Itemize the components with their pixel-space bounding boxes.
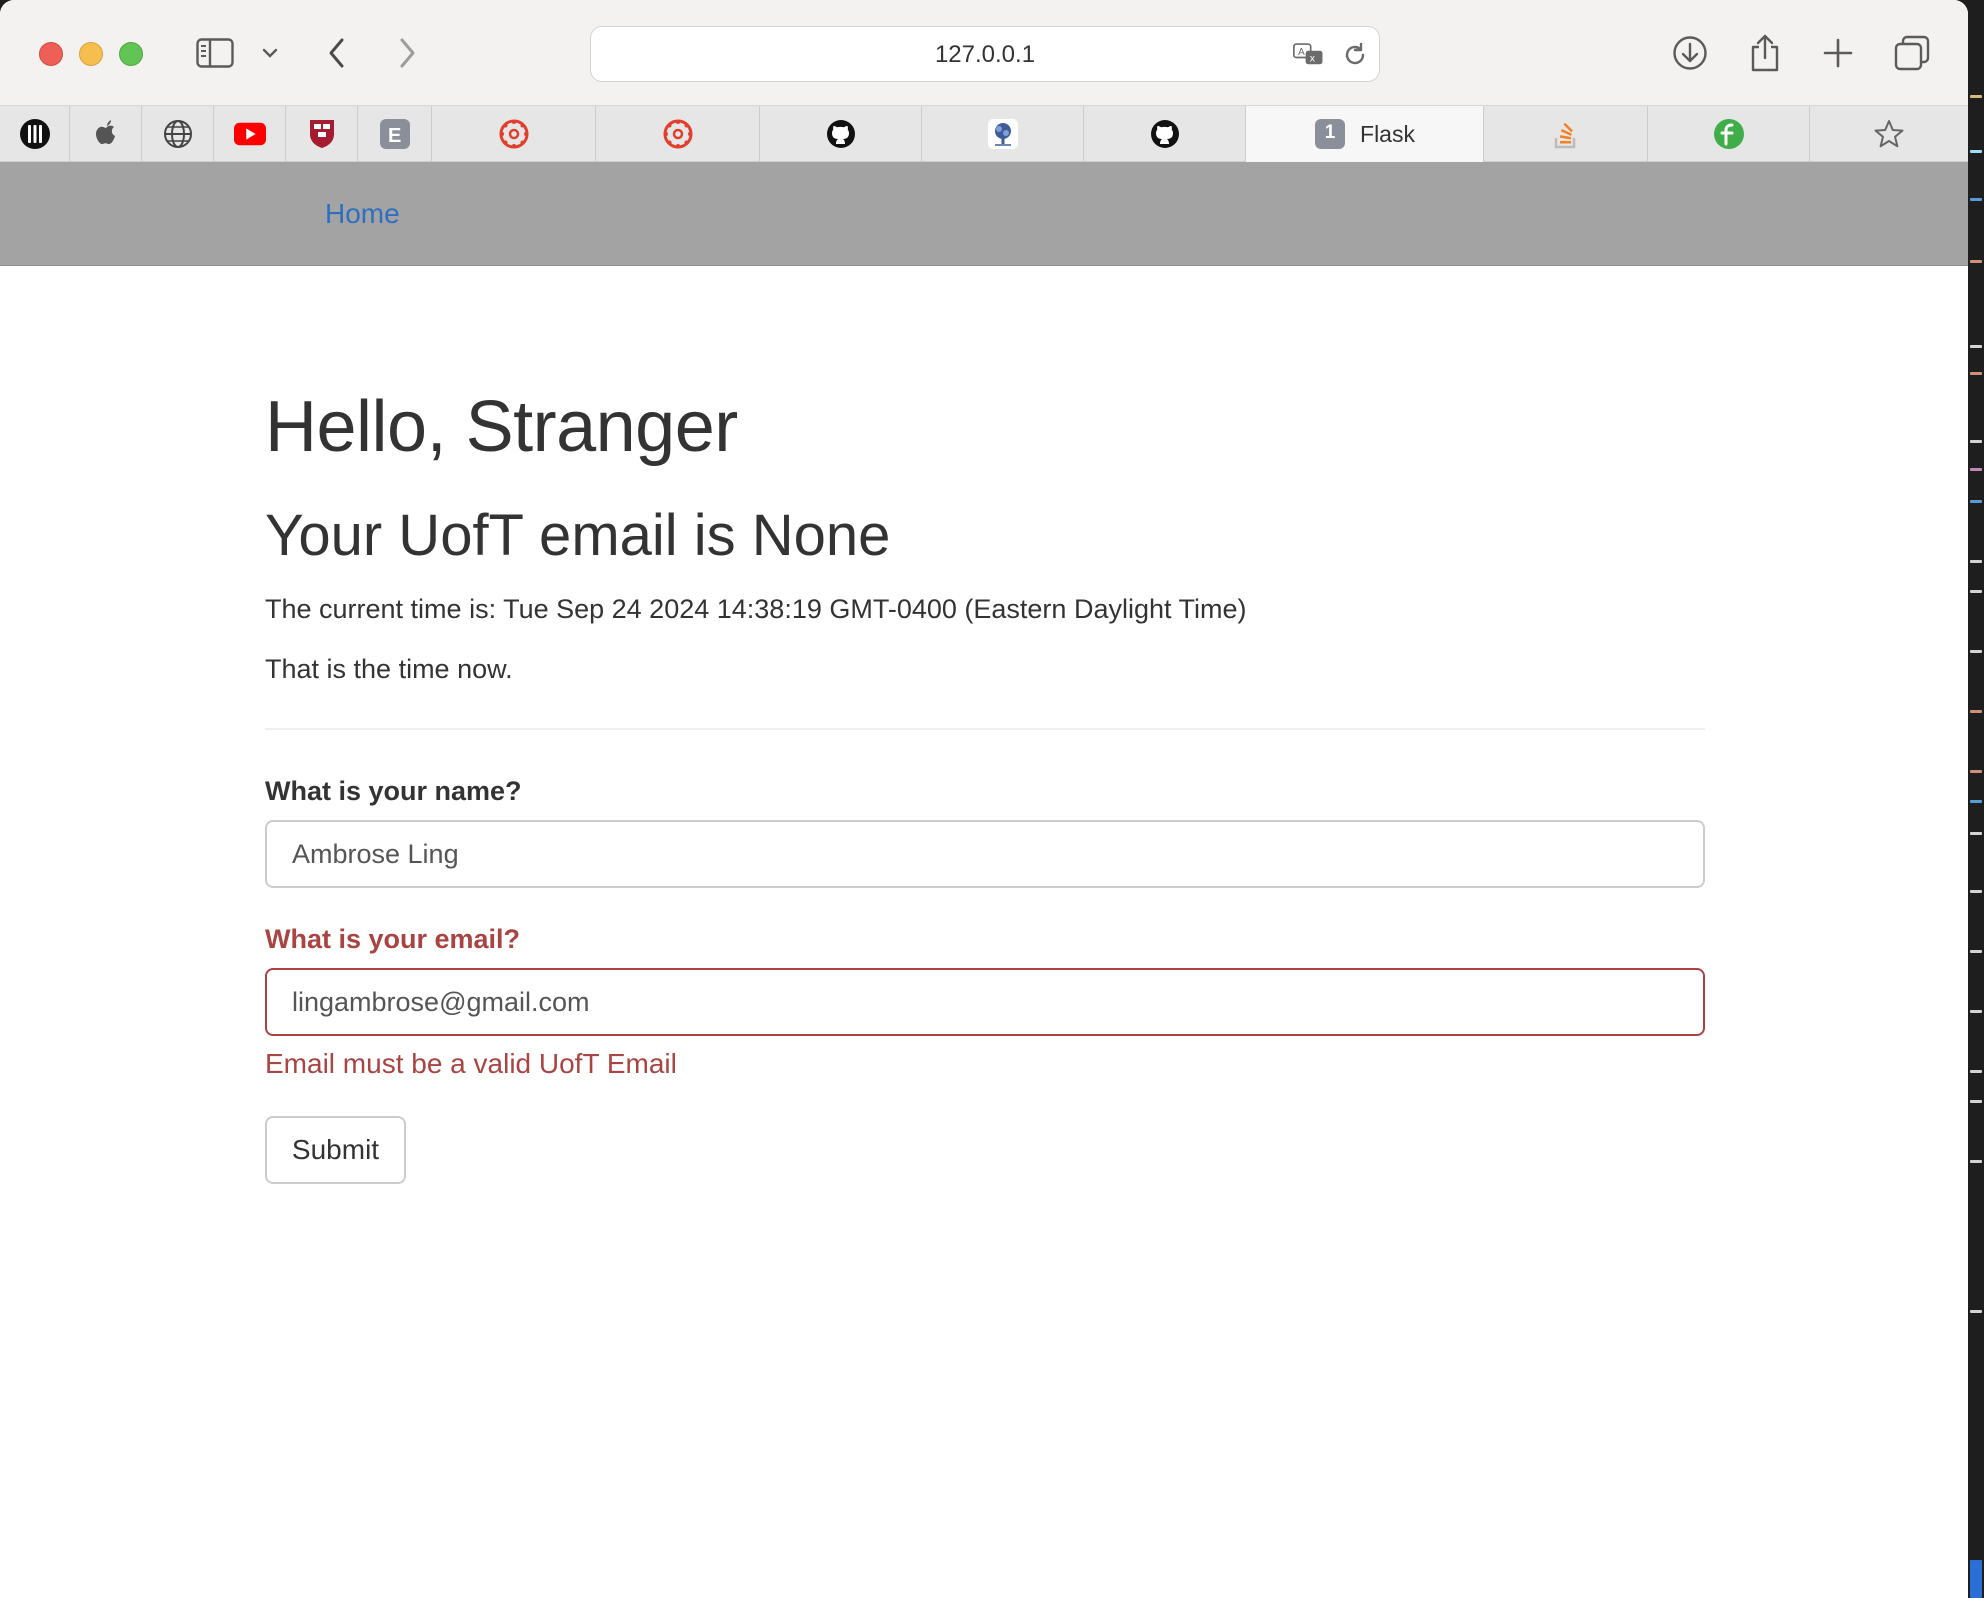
email-input[interactable]	[265, 968, 1705, 1036]
current-time-text: The current time is: Tue Sep 24 2024 14:…	[265, 594, 1247, 624]
e-icon: E	[379, 118, 411, 150]
star-icon	[1873, 118, 1905, 150]
canvas-icon	[662, 118, 694, 150]
tab-5[interactable]	[286, 106, 358, 162]
tab-10[interactable]	[922, 106, 1084, 162]
tab-badge: 1	[1324, 122, 1336, 143]
close-window-button[interactable]	[39, 42, 63, 66]
apple-icon	[90, 118, 122, 150]
tab-11[interactable]	[1084, 106, 1246, 162]
svg-text:E: E	[388, 125, 401, 147]
svg-text:x: x	[1310, 54, 1315, 65]
url-text: 127.0.0.1	[934, 41, 1036, 68]
browser-window: 127.0.0.1 Ax E 1 Flask Home Hello, Stran…	[0, 0, 1968, 1598]
submit-button[interactable]: Submit	[265, 1116, 406, 1184]
plus-icon[interactable]	[1814, 30, 1862, 76]
piano-icon	[19, 118, 51, 150]
tab-6[interactable]: E	[358, 106, 432, 162]
address-bar[interactable]: 127.0.0.1 Ax	[590, 26, 1380, 82]
share-icon[interactable]	[1741, 30, 1789, 76]
youtube-icon	[233, 118, 266, 150]
github-icon	[825, 118, 857, 150]
bookmark-star[interactable]	[1810, 106, 1968, 162]
tab-2[interactable]	[70, 106, 142, 162]
harvard-icon	[306, 118, 338, 150]
email-error-message: Email must be a valid UofT Email	[265, 1048, 677, 1079]
sidebar-icon[interactable]	[191, 30, 239, 76]
tab-14[interactable]	[1648, 106, 1810, 162]
translate-icon[interactable]: Ax	[1293, 39, 1325, 71]
back-icon[interactable]	[313, 30, 361, 76]
browser-toolbar: 127.0.0.1 Ax	[0, 0, 1968, 106]
name-input[interactable]	[265, 820, 1705, 888]
tab-title: Flask	[1360, 120, 1415, 147]
tabs-overview-icon[interactable]	[1888, 30, 1936, 76]
forward-icon	[383, 30, 431, 76]
background-editor-strip	[1968, 0, 1984, 1598]
tab-8[interactable]	[596, 106, 760, 162]
chevron-down-icon[interactable]	[246, 30, 294, 76]
stackoverflow-icon	[1550, 118, 1582, 150]
tab-flask-active[interactable]: 1 Flask	[1246, 106, 1484, 162]
tab-1[interactable]	[0, 106, 70, 162]
site-navbar: Home	[0, 162, 1968, 266]
tab-7[interactable]	[432, 106, 596, 162]
globe-icon	[162, 118, 194, 150]
tab-13[interactable]	[1484, 106, 1648, 162]
minimize-window-button[interactable]	[79, 42, 103, 66]
tab-9[interactable]	[760, 106, 922, 162]
zoom-window-button[interactable]	[119, 42, 143, 66]
flask-icon: 1	[1314, 118, 1346, 150]
download-icon[interactable]	[1666, 30, 1714, 76]
time-note-text: That is the time now.	[265, 654, 513, 684]
svg-text:A: A	[1298, 47, 1305, 58]
canvas-icon	[498, 118, 530, 150]
nav-home-link[interactable]: Home	[325, 198, 400, 230]
github-icon	[1149, 118, 1181, 150]
divider	[265, 728, 1705, 730]
name-label: What is your name?	[265, 776, 522, 806]
tab-bar: E 1 Flask	[0, 106, 1968, 162]
leaf-icon	[1713, 118, 1745, 150]
tab-3[interactable]	[142, 106, 214, 162]
tree-icon	[987, 118, 1019, 150]
email-heading: Your UofT email is None	[265, 503, 891, 568]
tab-4[interactable]	[214, 106, 286, 162]
reload-icon[interactable]	[1339, 39, 1371, 71]
greeting-heading: Hello, Stranger	[265, 387, 738, 467]
email-label: What is your email?	[265, 924, 521, 954]
